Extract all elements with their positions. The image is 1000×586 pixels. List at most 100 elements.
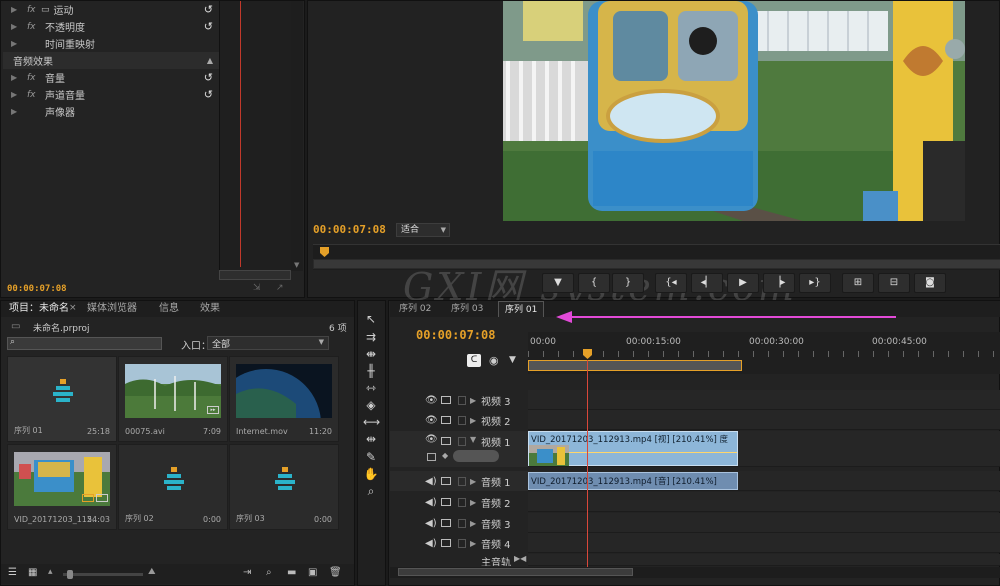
lane-master[interactable] [528,554,1000,566]
film-icon[interactable] [441,416,451,424]
effect-row-volume[interactable]: ▶ fx 音量 ↺ [3,69,219,86]
eye-icon[interactable]: 👁 [425,434,438,445]
work-area-bar[interactable] [528,360,742,371]
tab-effects[interactable]: 效果 [194,301,226,317]
lock-icon[interactable] [458,415,466,425]
track-video-3[interactable]: 👁 ▶ 视频 3 [390,390,528,410]
track-audio-2[interactable]: ◀) ▶ 音频 2 [390,492,528,512]
sync-lock-icon[interactable] [441,498,451,506]
project-item-sequence-02[interactable]: 序列 02 0:00 [118,444,228,530]
search-input[interactable]: ⌕ [7,337,162,350]
effect-row-channel-volume[interactable]: ▶ fx 声道音量 ↺ [3,86,219,103]
eye-icon[interactable]: 👁 [425,415,438,426]
lock-icon[interactable] [458,437,466,446]
export-frame-button[interactable]: ◙ [914,273,946,293]
expand-icon[interactable]: ▶ [470,519,476,528]
tab-info[interactable]: 信息 [153,301,185,317]
keyframe-navigator[interactable] [453,450,499,462]
list-view-icon[interactable]: ☰ [8,567,17,578]
project-item-00075-avi[interactable]: ▸▸ 00075.avi 7:09 [118,356,228,442]
rolling-edit-tool-icon[interactable]: ╫ [363,364,379,378]
lane-video-2[interactable] [528,410,1000,430]
lock-icon[interactable] [458,395,466,405]
extract-button[interactable]: ⊟ [878,273,910,293]
trash-icon[interactable]: 🗑 [329,567,342,578]
lift-button[interactable]: ⊞ [842,273,874,293]
eye-icon[interactable]: 👁 [425,395,438,406]
timeline-horizontal-scrollbar[interactable] [390,567,1000,578]
add-marker-icon[interactable]: ▼ [509,355,516,365]
horizontal-scrollbar[interactable] [219,270,291,280]
program-scrollbar[interactable] [313,259,1000,269]
lane-audio-4[interactable] [528,533,1000,553]
track-select-tool-icon[interactable]: ⇉ [363,330,379,344]
hand-tool-icon[interactable]: ✋ [363,467,379,481]
track-video-1[interactable]: 👁 ▼ 视频 1 ◆ [390,431,528,467]
step-back-button[interactable]: ◂▏ [691,273,723,293]
audio-clip[interactable]: VID_20171203_112913.mp4 [音] [210.41%] [528,472,738,490]
scroll-down-icon[interactable]: ▼ [294,261,299,269]
timeline-timecode[interactable]: 00:00:07:08 [416,328,495,342]
program-playhead[interactable] [320,247,329,257]
timeline-playhead-head[interactable] [583,349,592,359]
opacity-rubberband[interactable] [569,452,737,453]
effect-row-time-remap[interactable]: ▶ 时间重映射 [3,35,219,52]
expand-icon[interactable]: ▶ [470,416,476,425]
project-item-internet-mov[interactable]: Internet.mov 11:20 [229,356,339,442]
film-icon[interactable] [441,396,451,404]
tab-project[interactable]: 项目：未命名 [3,301,75,317]
sort-icon[interactable]: ▴ [48,567,53,577]
track-video-2[interactable]: 👁 ▶ 视频 2 [390,410,528,430]
scrollbar-thumb[interactable] [398,568,633,576]
program-ruler[interactable] [313,244,1000,270]
slip-tool-icon[interactable]: ⟷ [363,415,380,429]
film-icon[interactable] [441,437,451,445]
ripple-edit-tool-icon[interactable]: ⇼ [363,347,379,361]
new-bin-icon[interactable]: ▬ [287,567,296,578]
program-timecode[interactable]: 00:00:07:08 [313,223,386,236]
lock-icon[interactable] [458,518,466,528]
project-item-sequence-01[interactable]: 序列 01 25:18 [7,356,117,442]
step-forward-button[interactable]: ▕▸ [763,273,795,293]
speaker-icon[interactable]: ◀) [425,538,437,549]
audio-effects-header[interactable]: 音频效果 ▲ [3,52,219,69]
mark-out-button[interactable]: } [612,273,644,293]
razor-tool-icon[interactable]: ◈ [363,398,379,412]
lane-audio-3[interactable] [528,513,1000,533]
go-to-out-button[interactable]: ▸} [799,273,831,293]
track-audio-1[interactable]: ◀) ▶ 音频 1 [390,471,528,491]
vertical-scrollbar[interactable]: ▼ [291,1,303,271]
sync-lock-icon[interactable] [441,539,451,547]
effect-row-panner[interactable]: ▶ 声像器 [3,103,219,120]
automate-icon[interactable]: ⇥ [243,567,251,578]
collapse-up-icon[interactable]: ▲ [207,56,213,65]
display-style-icon[interactable] [427,453,436,461]
filter-icon[interactable]: ⇲ [253,283,261,293]
effect-row-motion[interactable]: ▶ fx ▭ 运动 ↺ [3,1,219,18]
reset-icon[interactable]: ↺ [204,71,213,84]
slider-handle[interactable] [67,570,73,579]
lock-icon[interactable] [458,476,466,486]
reset-icon[interactable]: ↺ [204,88,213,101]
new-item-icon[interactable]: ▣ [308,567,317,578]
mark-in-button[interactable]: { [578,273,610,293]
rate-stretch-tool-icon[interactable]: ⇿ [363,381,379,395]
linked-selection-icon[interactable]: ◉ [489,354,499,367]
lane-video-3[interactable] [528,390,1000,410]
entry-dropdown[interactable]: 全部 ▼ [207,336,329,350]
tab-sequence-01[interactable]: 序列 01 [498,301,545,317]
expand-icon[interactable]: ▶ [470,477,476,486]
collapse-icon[interactable]: ▼ [470,435,476,444]
snap-icon[interactable]: ᑕ [467,354,481,367]
fit-dropdown[interactable]: 适合 ▼ [396,223,450,237]
go-to-in-button[interactable]: {◂ [655,273,687,293]
lock-icon[interactable] [458,538,466,548]
reset-icon[interactable]: ↺ [204,3,213,16]
sync-lock-icon[interactable] [441,519,451,527]
play-button[interactable]: ▶ [727,273,759,293]
effect-timecode[interactable]: 00:00:07:08 [7,284,67,294]
speaker-icon[interactable]: ◀) [425,518,437,529]
track-master[interactable]: 主音轨 ▶◀ [390,554,528,566]
track-audio-4[interactable]: ◀) ▶ 音频 4 [390,533,528,553]
lane-audio-1[interactable]: VID_20171203_112913.mp4 [音] [210.41%] [528,471,1000,491]
